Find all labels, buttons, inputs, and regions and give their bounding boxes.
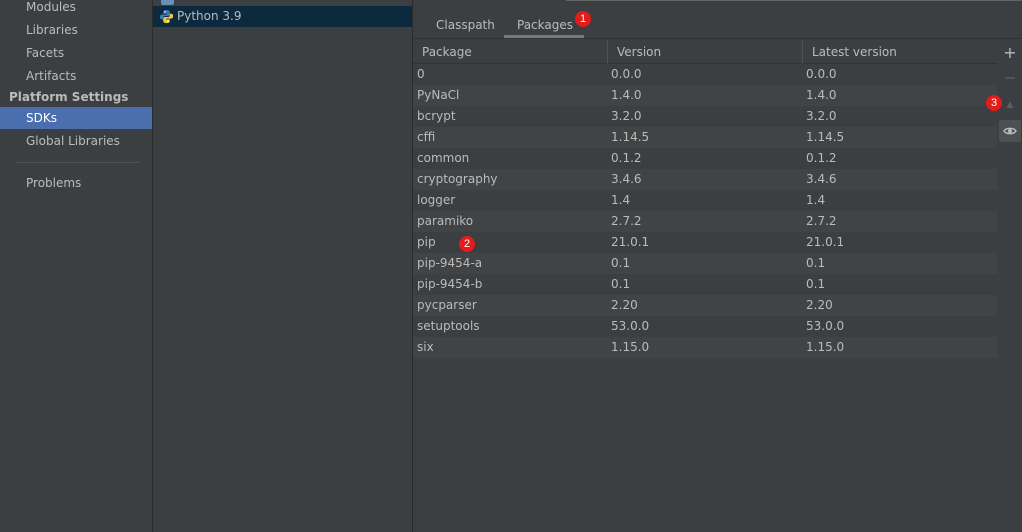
cell-latest-version: 2.20 (806, 298, 833, 312)
table-row[interactable]: six 1.15.0 1.15.0 (413, 337, 997, 358)
sidebar-item-global-libraries[interactable]: Global Libraries (0, 130, 152, 152)
cell-package: 0 (417, 67, 425, 81)
table-row[interactable]: pycparser 2.20 2.20 (413, 295, 997, 316)
cell-latest-version: 53.0.0 (806, 319, 845, 333)
platform-settings-header: Platform Settings (9, 90, 129, 104)
table-row[interactable]: cffi 1.14.5 1.14.5 (413, 127, 997, 148)
cell-version: 1.4 (611, 193, 631, 207)
table-row[interactable]: pip-9454-b 0.1 0.1 (413, 274, 997, 295)
table-row[interactable]: paramiko 2.7.2 2.7.2 (413, 211, 997, 232)
python-icon (159, 9, 174, 24)
sdk-details-panel: Classpath Packages 1 Package Version Lat… (413, 0, 1022, 532)
cell-version: 2.20 (611, 298, 638, 312)
cell-latest-version: 3.2.0 (806, 109, 837, 123)
table-row[interactable]: common 0.1.2 0.1.2 (413, 148, 997, 169)
cell-package: six (417, 340, 434, 354)
table-row[interactable]: 0 0.0.0 0.0.0 (413, 64, 997, 85)
cell-latest-version: 1.14.5 (806, 130, 845, 144)
column-header-package[interactable]: Package (413, 40, 608, 64)
sidebar-item-problems[interactable]: Problems (0, 172, 152, 194)
sidebar-item-facets[interactable]: Facets (0, 42, 152, 64)
sdk-item-python-39[interactable]: Python 3.9 (153, 6, 412, 27)
cell-package: common (417, 151, 470, 165)
cell-package: pip-9454-b (417, 277, 483, 291)
cell-version: 0.0.0 (611, 67, 642, 81)
sidebar-item-modules[interactable]: Modules (0, 0, 152, 18)
column-header-latest-version[interactable]: Latest version (803, 40, 997, 64)
cell-package: cffi (417, 130, 436, 144)
table-row[interactable]: pip 21.0.1 21.0.1 (413, 232, 997, 253)
show-early-releases-button[interactable] (999, 120, 1021, 142)
sidebar-divider (16, 162, 140, 163)
cell-package: logger (417, 193, 456, 207)
cell-version: 0.1.2 (611, 151, 642, 165)
cell-version: 0.1 (611, 256, 631, 270)
sdk-home-path-field[interactable] (566, 0, 1022, 1)
cell-package: pip (417, 235, 436, 249)
packages-toolbar: + − ▲ (997, 40, 1022, 532)
uninstall-package-button[interactable]: − (999, 67, 1021, 89)
sdk-folder-icon (161, 0, 174, 5)
cell-version: 1.15.0 (611, 340, 650, 354)
cell-version: 21.0.1 (611, 235, 650, 249)
upgrade-package-button[interactable]: ▲ (999, 94, 1021, 116)
eye-icon (1003, 127, 1017, 135)
table-row[interactable]: cryptography 3.4.6 3.4.6 (413, 169, 997, 190)
tab-classpath[interactable]: Classpath (436, 14, 495, 36)
cell-version: 2.7.2 (611, 214, 642, 228)
cell-latest-version: 1.4.0 (806, 88, 837, 102)
cell-version: 1.14.5 (611, 130, 650, 144)
cell-latest-version: 1.4 (806, 193, 826, 207)
plus-icon: + (1003, 43, 1017, 62)
annotation-marker-2: 2 (459, 236, 475, 252)
table-row[interactable]: setuptools 53.0.0 53.0.0 (413, 316, 997, 337)
annotation-marker-1: 1 (575, 11, 591, 27)
table-header: Package Version Latest version (413, 40, 997, 64)
tab-packages[interactable]: Packages (517, 14, 573, 36)
cell-package: setuptools (417, 319, 480, 333)
cell-version: 3.2.0 (611, 109, 642, 123)
cell-latest-version: 1.15.0 (806, 340, 845, 354)
sidebar-item-artifacts[interactable]: Artifacts (0, 65, 152, 87)
cell-version: 53.0.0 (611, 319, 650, 333)
cell-package: pip-9454-a (417, 256, 483, 270)
cell-package: bcrypt (417, 109, 456, 123)
cell-latest-version: 2.7.2 (806, 214, 837, 228)
annotation-marker-3: 3 (986, 95, 1002, 111)
table-row[interactable]: pip-9454-a 0.1 0.1 (413, 253, 997, 274)
table-row[interactable]: PyNaCl 1.4.0 1.4.0 (413, 85, 997, 106)
tabs-divider (413, 38, 1022, 39)
cell-latest-version: 0.1 (806, 277, 826, 291)
table-row[interactable]: logger 1.4 1.4 (413, 190, 997, 211)
cell-version: 0.1 (611, 277, 631, 291)
column-header-version[interactable]: Version (608, 40, 803, 64)
sdk-item-label: Python 3.9 (177, 9, 242, 23)
cell-latest-version: 3.4.6 (806, 172, 837, 186)
cell-version: 3.4.6 (611, 172, 642, 186)
cell-package: paramiko (417, 214, 474, 228)
cell-latest-version: 21.0.1 (806, 235, 845, 249)
packages-table: Package Version Latest version 0 0.0.0 0.0… (413, 40, 997, 532)
cell-latest-version: 0.1.2 (806, 151, 837, 165)
cell-latest-version: 0.1 (806, 256, 826, 270)
install-package-button[interactable]: + (999, 42, 1021, 64)
cell-package: pycparser (417, 298, 477, 312)
cell-latest-version: 0.0.0 (806, 67, 837, 81)
cell-package: PyNaCl (417, 88, 460, 102)
table-row[interactable]: bcrypt 3.2.0 3.2.0 (413, 106, 997, 127)
cell-version: 1.4.0 (611, 88, 642, 102)
cell-package: cryptography (417, 172, 498, 186)
sidebar-item-libraries[interactable]: Libraries (0, 19, 152, 41)
settings-sidebar: Modules Libraries Facets Artifacts Platf… (0, 0, 152, 532)
minus-icon: − (1003, 68, 1017, 87)
sdk-list: Python 3.9 (153, 0, 412, 532)
sidebar-item-sdks[interactable]: SDKs (0, 107, 152, 129)
upgrade-arrow-icon: ▲ (1006, 100, 1014, 110)
